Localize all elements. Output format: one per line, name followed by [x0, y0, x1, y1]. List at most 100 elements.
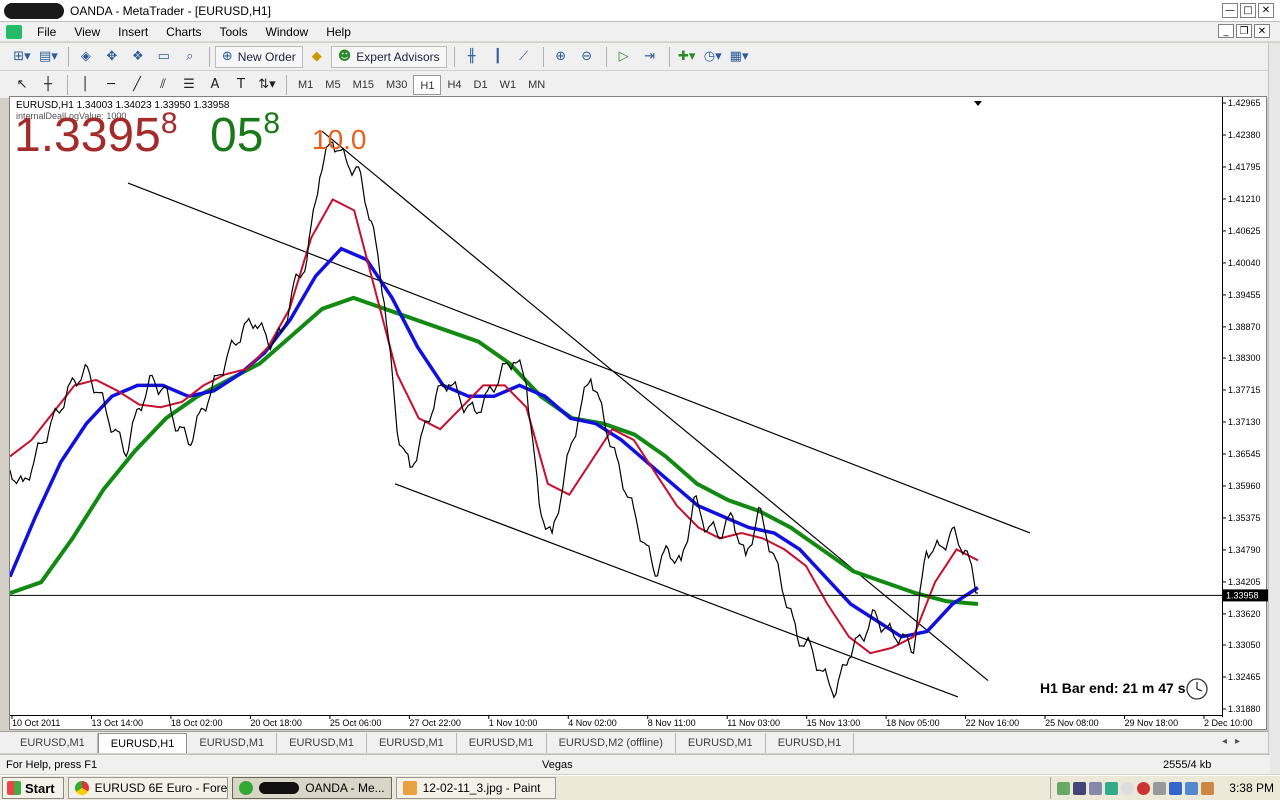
auto-scroll-button[interactable]: ▷: [612, 46, 636, 68]
close-button[interactable]: ✕: [1258, 3, 1274, 18]
timeframe-h4[interactable]: H4: [441, 75, 467, 95]
bar-chart-button[interactable]: ╫: [460, 46, 484, 68]
taskbar-item-paint[interactable]: 12-02-11_3.jpg - Paint: [395, 777, 556, 799]
data-window-button[interactable]: ✥: [100, 46, 124, 68]
time-tick-label: 11 Nov 03:00: [727, 718, 780, 728]
chart-minimize-button[interactable]: _: [1218, 24, 1234, 38]
trendline[interactable]: [321, 130, 989, 682]
start-button[interactable]: Start: [2, 777, 64, 799]
timeframe-d1[interactable]: D1: [468, 75, 494, 95]
arrows-tool-button[interactable]: ⇅▾: [255, 74, 279, 96]
timeframe-m5[interactable]: M5: [319, 75, 346, 95]
line-chart-button[interactable]: ⟋: [512, 46, 536, 68]
horizontal-line-button[interactable]: ─: [99, 74, 123, 96]
fibonacci-button[interactable]: ☰: [177, 74, 201, 96]
menu-insert[interactable]: Insert: [109, 25, 157, 39]
time-tick-label: 22 Nov 16:00: [966, 718, 1020, 728]
chart-restore-button[interactable]: ❐: [1236, 24, 1252, 38]
menu-tools[interactable]: Tools: [211, 25, 257, 39]
window-scrollbar[interactable]: [1268, 43, 1280, 774]
equidistant-channel-button[interactable]: ⫽: [151, 74, 175, 96]
timeframe-h1[interactable]: H1: [413, 74, 442, 95]
menu-view[interactable]: View: [65, 25, 109, 39]
tab-eurusd-h1[interactable]: EURUSD,H1: [97, 732, 188, 753]
tray-alert-icon[interactable]: [1137, 781, 1151, 795]
menu-window[interactable]: Window: [257, 25, 318, 39]
tab-eurusd-m1[interactable]: EURUSD,M1: [676, 732, 766, 753]
windows-flag-icon: [7, 781, 21, 795]
cursor-tool-button[interactable]: ↖: [10, 74, 34, 96]
tab-eurusd-m1[interactable]: EURUSD,M1: [277, 732, 367, 753]
zoom-out-button[interactable]: ⊖: [575, 46, 599, 68]
tray-panda-icon[interactable]: [1121, 781, 1135, 795]
timeframe-w1[interactable]: W1: [494, 75, 523, 95]
tab-eurusd-m1[interactable]: EURUSD,M1: [367, 732, 457, 753]
text-tool-button[interactable]: A: [203, 74, 227, 96]
periods-button[interactable]: ◷▾: [701, 46, 725, 68]
tray-volume-icon[interactable]: [1185, 781, 1199, 795]
tab-eurusd-m1[interactable]: EURUSD,M1: [187, 732, 278, 753]
chart-shift-marker[interactable]: [974, 101, 982, 106]
current-price-label: 1.33958: [1226, 590, 1259, 600]
expert-advisors-label: Expert Advisors: [356, 49, 440, 64]
tray-shield-icon[interactable]: [1105, 781, 1119, 795]
text-a-icon: A: [210, 77, 220, 92]
price-chart[interactable]: 1.42965 1.42380 1.41795 1.41210 1.40625 1.400…: [8, 97, 1268, 731]
crosshair-tool-button[interactable]: ┼: [36, 74, 60, 96]
templates-button[interactable]: ▦▾: [727, 46, 752, 68]
tab-eurusd-m1[interactable]: EURUSD,M1: [457, 732, 547, 753]
menu-charts[interactable]: Charts: [157, 25, 210, 39]
minimize-button[interactable]: —: [1222, 3, 1238, 18]
time-tick-label: 15 Nov 13:00: [807, 718, 861, 728]
new-order-icon: ⊕: [221, 49, 233, 64]
tab-eurusd-h1[interactable]: EURUSD,H1: [766, 732, 855, 753]
taskbar-item-browser[interactable]: EURUSD 6E Euro - Fore...: [67, 777, 228, 799]
tray-monitor-icon[interactable]: [1089, 781, 1103, 795]
price-tick-label: 1.41210: [1228, 194, 1261, 204]
trendline[interactable]: [394, 483, 959, 698]
tray-bluetooth-icon[interactable]: [1169, 781, 1183, 795]
profiles-button[interactable]: ▤▾: [36, 46, 61, 68]
timeframe-m15[interactable]: M15: [347, 75, 380, 95]
timeframe-mn[interactable]: MN: [522, 75, 551, 95]
price-tick-label: 1.34205: [1228, 577, 1261, 587]
expert-advisors-button[interactable]: ☻ Expert Advisors: [330, 45, 447, 68]
tab-scroll-arrows[interactable]: ◂▸: [1222, 736, 1248, 747]
chart-shift-button[interactable]: ⇥: [638, 46, 662, 68]
chart-close-button[interactable]: ✕: [1254, 24, 1270, 38]
text-label-icon: T: [237, 77, 245, 92]
chart-window[interactable]: 1.42965 1.42380 1.41795 1.41210 1.40625 1.400…: [8, 96, 1268, 731]
taskbar-item-metatrader[interactable]: OANDA - Me...: [231, 777, 392, 799]
time-tick-label: 8 Nov 11:00: [648, 718, 696, 728]
time-axis: 10 Oct 2011 13 Oct 14:00 18 Oct 02:00 20 Oc…: [11, 715, 1253, 728]
new-chart-button[interactable]: ⊞▾: [10, 46, 34, 68]
menu-file[interactable]: File: [28, 25, 65, 39]
terminal-button[interactable]: ▭: [152, 46, 176, 68]
vertical-line-button[interactable]: │: [73, 74, 97, 96]
candlestick-button[interactable]: ┃: [486, 46, 510, 68]
zoom-in-button[interactable]: ⊕: [549, 46, 573, 68]
tray-misc-icon[interactable]: [1201, 781, 1215, 795]
bar-chart-icon: ╫: [467, 49, 476, 64]
new-order-button[interactable]: ⊕ New Order: [214, 45, 303, 68]
trendline-button[interactable]: ╱: [125, 74, 149, 96]
price-tick-label: 1.37130: [1228, 417, 1261, 427]
toolbar-separator: [67, 46, 69, 67]
chart-window-icon[interactable]: [6, 24, 22, 39]
price-axis: 1.42965 1.42380 1.41795 1.41210 1.40625 1.400…: [1222, 98, 1261, 714]
maximize-button[interactable]: □: [1240, 3, 1256, 18]
menu-help[interactable]: Help: [317, 25, 360, 39]
tab-eurusd-m1[interactable]: EURUSD,M1: [8, 732, 98, 753]
indicators-button[interactable]: ✚▾: [675, 46, 699, 68]
market-watch-button[interactable]: ◈: [74, 46, 98, 68]
tab-eurusd-m2-offline[interactable]: EURUSD,M2 (offline): [547, 732, 676, 753]
timeframe-m1[interactable]: M1: [292, 75, 319, 95]
text-label-button[interactable]: T: [229, 74, 253, 96]
metaeditor-button[interactable]: ◆: [305, 46, 329, 68]
tray-speaker-icon[interactable]: [1153, 781, 1167, 795]
tray-app-icon[interactable]: [1057, 781, 1071, 795]
timeframe-m30[interactable]: M30: [380, 75, 413, 95]
strategy-tester-button[interactable]: ⌕: [178, 46, 202, 68]
tray-network-icon[interactable]: [1073, 781, 1087, 795]
navigator-button[interactable]: ❖: [126, 46, 150, 68]
